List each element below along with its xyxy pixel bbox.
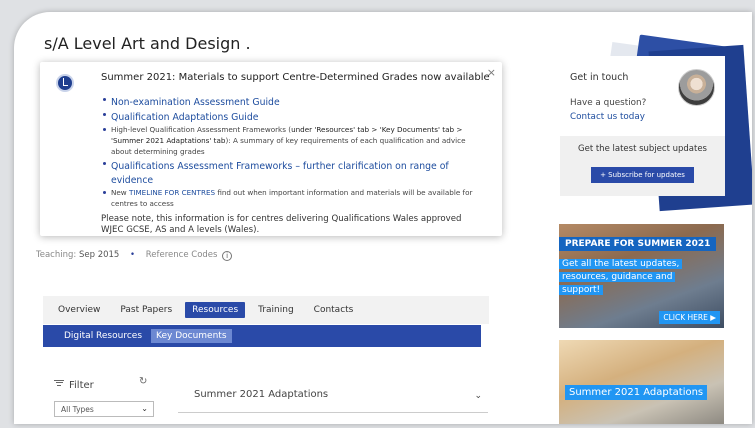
updates-text: Get the latest subject updates <box>578 144 707 154</box>
avatar <box>678 69 715 106</box>
accordion-label: Summer 2021 Adaptations <box>194 389 329 400</box>
chevron-down-icon: ⌄ <box>141 404 148 413</box>
refresh-icon[interactable]: ↻ <box>139 376 147 387</box>
type-select-value: All Types <box>61 405 94 414</box>
promo-title: PREPARE FOR SUMMER 2021 <box>559 237 717 251</box>
summer-adaptations-promo[interactable]: Summer 2021 Adaptations <box>559 340 724 424</box>
promo-title: Summer 2021 Adaptations <box>565 385 708 400</box>
frameworks-text-pre: High-level Qualification Assessment Fram… <box>111 125 292 134</box>
reference-codes-link[interactable]: Reference Codes <box>146 250 218 260</box>
separator-dot: • <box>130 250 136 260</box>
notice-note: Please note, this information is for cen… <box>101 214 462 235</box>
tab-overview[interactable]: Overview <box>51 302 107 318</box>
list-item: New TIMELINE FOR CENTRES find out when i… <box>101 187 481 209</box>
timeline-link[interactable]: TIMELINE FOR CENTRES <box>129 188 215 197</box>
updates-panel: Get the latest subject updates + Subscri… <box>560 136 725 196</box>
teaching-value: Sep 2015 <box>78 250 120 260</box>
adaptations-guide-link[interactable]: Qualification Adaptations Guide <box>111 112 258 123</box>
filter-label: Filter <box>54 378 94 391</box>
list-item: High-level Qualification Assessment Fram… <box>101 124 481 157</box>
promo-body: Get all the latest updates, resources, g… <box>559 258 689 297</box>
subtab-digital-resources[interactable]: Digital Resources <box>59 329 147 343</box>
page-title: s/A Level Art and Design . <box>44 34 251 53</box>
timeline-text-pre: New <box>111 188 129 197</box>
page-frame: s/A Level Art and Design . × Summer 2021… <box>14 12 752 424</box>
summer-adaptations-accordion[interactable]: Summer 2021 Adaptations ⌄ <box>178 382 488 413</box>
tab-training[interactable]: Training <box>251 302 301 318</box>
chevron-down-icon: ⌄ <box>474 391 482 401</box>
list-item[interactable]: Qualification Adaptations Guide <box>101 109 481 123</box>
notice-popup: × Summer 2021: Materials to support Cent… <box>40 62 502 236</box>
filter-icon <box>54 378 64 387</box>
assessment-frameworks-link[interactable]: Qualifications Assessment Frameworks – f… <box>111 161 449 186</box>
notice-title: Summer 2021: Materials to support Centre… <box>101 72 490 83</box>
prepare-summer-promo[interactable]: PREPARE FOR SUMMER 2021 Get all the late… <box>559 224 724 328</box>
question-text: Have a question? <box>570 98 647 108</box>
tab-contacts[interactable]: Contacts <box>307 302 361 318</box>
get-in-touch-panel: Get in touch Have a question? Contact us… <box>560 56 725 136</box>
teaching-label: Teaching: <box>36 250 77 260</box>
main-tabs: Overview Past Papers Resources Training … <box>43 296 489 324</box>
info-icon[interactable]: i <box>222 251 233 261</box>
tab-resources[interactable]: Resources <box>185 302 246 318</box>
list-item[interactable]: Non-examination Assessment Guide <box>101 94 481 108</box>
spec-meta: Teaching: Sep 2015 • Reference Codes i <box>36 250 233 261</box>
get-in-touch-title: Get in touch <box>570 72 629 83</box>
promo-body-text: Get all the latest updates, resources, g… <box>559 259 683 295</box>
subscribe-button[interactable]: + Subscribe for updates <box>591 167 694 183</box>
click-here-button[interactable]: CLICK HERE ▶ <box>659 311 720 324</box>
subtab-key-documents[interactable]: Key Documents <box>151 329 232 343</box>
contact-us-link[interactable]: Contact us today <box>570 112 645 122</box>
notice-list: Non-examination Assessment Guide Qualifi… <box>101 94 481 210</box>
list-item[interactable]: Qualifications Assessment Frameworks – f… <box>101 158 481 186</box>
filter-text: Filter <box>69 380 94 391</box>
resource-subtabs: Digital Resources Key Documents <box>43 325 481 347</box>
tab-past-papers[interactable]: Past Papers <box>113 302 179 318</box>
type-select[interactable]: All Types ⌄ <box>54 401 154 417</box>
nea-guide-link[interactable]: Non-examination Assessment Guide <box>111 97 280 108</box>
check-circle-icon <box>56 74 74 92</box>
